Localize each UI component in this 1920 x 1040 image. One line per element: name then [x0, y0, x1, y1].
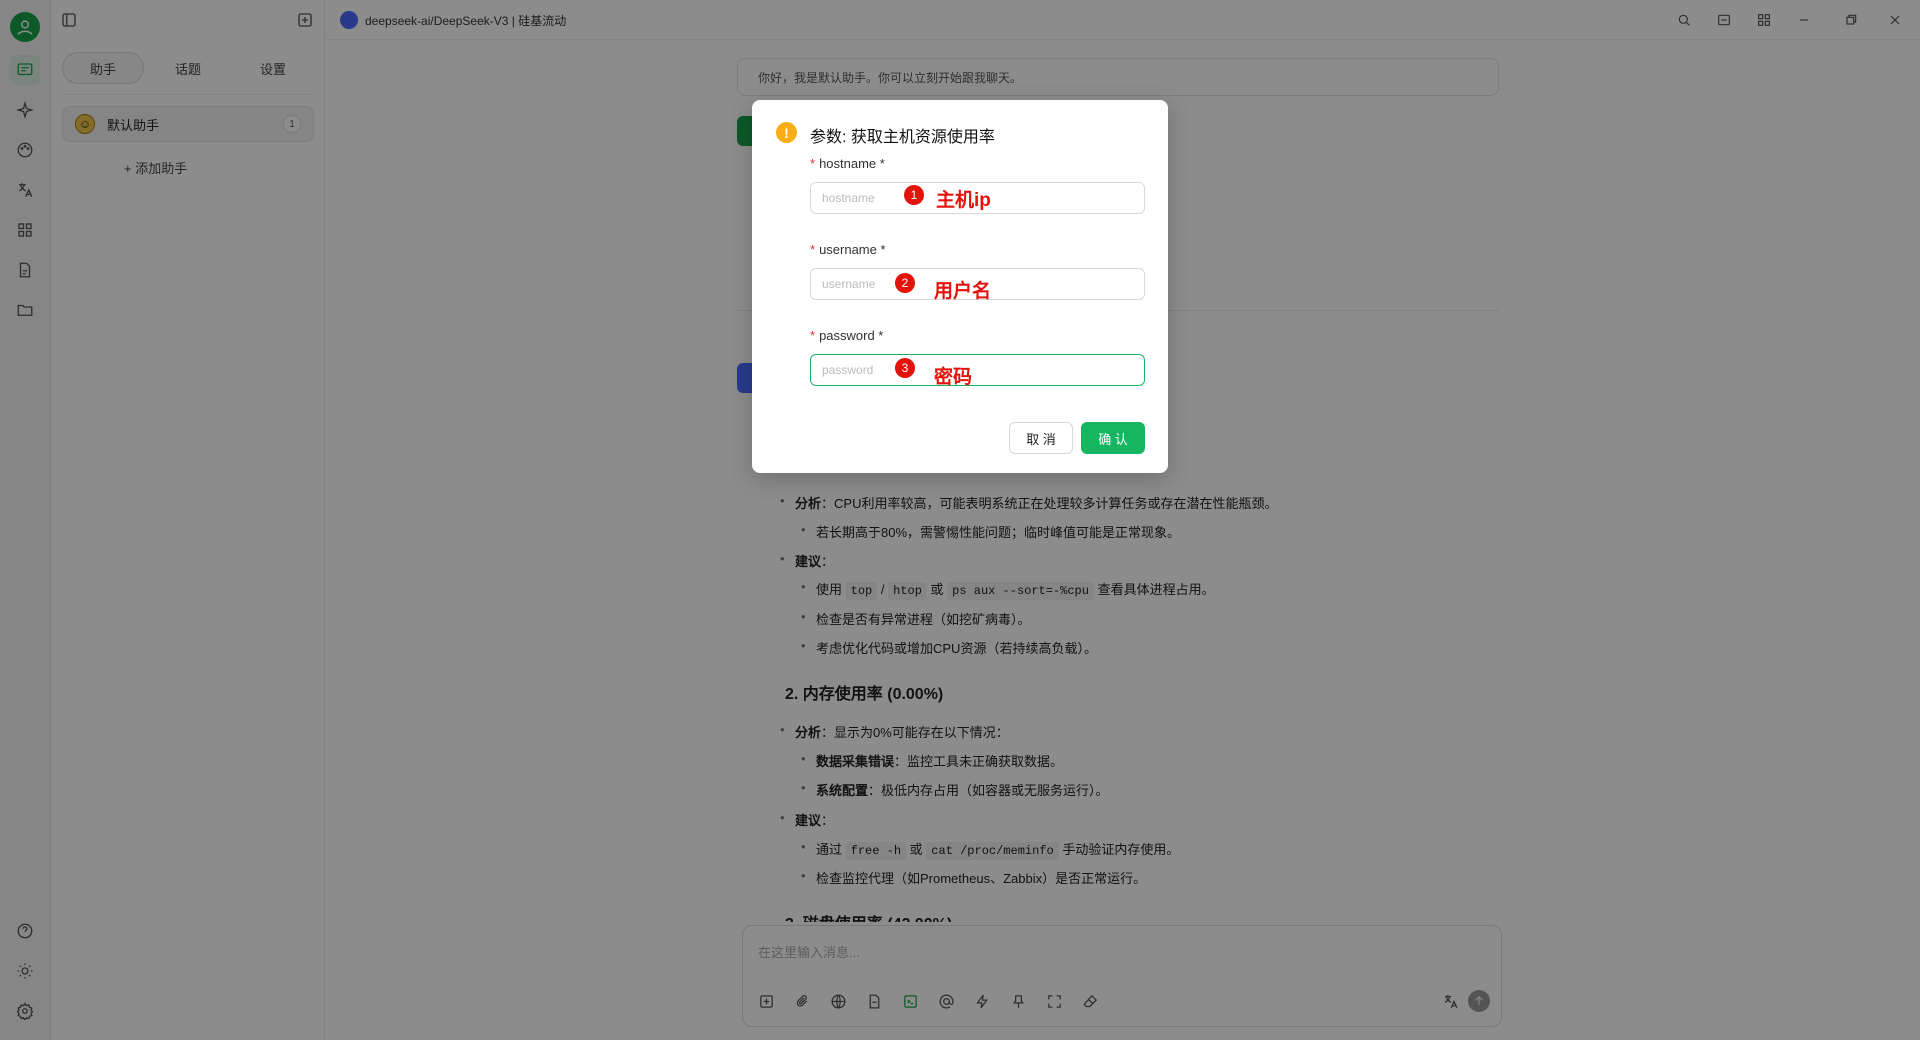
password-input[interactable]: [810, 354, 1145, 386]
label-text: username *: [819, 242, 886, 257]
annotation-badge-2: 2: [895, 273, 915, 293]
annotation-password: 密码: [934, 367, 973, 388]
required-mark: *: [810, 242, 816, 257]
hostname-label: * hostname *: [810, 156, 885, 171]
cancel-button[interactable]: 取 消: [1009, 422, 1073, 454]
tool-parameters-dialog: ! 参数: 获取主机资源使用率 *hostname * 1 主机ip *user…: [752, 100, 1168, 473]
password-label: * password *: [810, 328, 883, 343]
dialog-title: 参数: 获取主机资源使用率: [810, 129, 995, 146]
annotation-badge-3: 3: [895, 358, 915, 378]
warning-icon: !: [776, 122, 797, 143]
annotation-badge-1: 1: [904, 185, 924, 205]
confirm-button[interactable]: 确 认: [1081, 422, 1145, 454]
annotation-hostname: 主机ip: [936, 190, 991, 211]
required-mark: *: [810, 156, 816, 171]
username-label: * username *: [810, 242, 886, 257]
label-text: hostname *: [819, 156, 885, 171]
annotation-username: 用户名: [934, 281, 992, 302]
required-mark: *: [810, 328, 816, 343]
label-text: password *: [819, 328, 884, 343]
